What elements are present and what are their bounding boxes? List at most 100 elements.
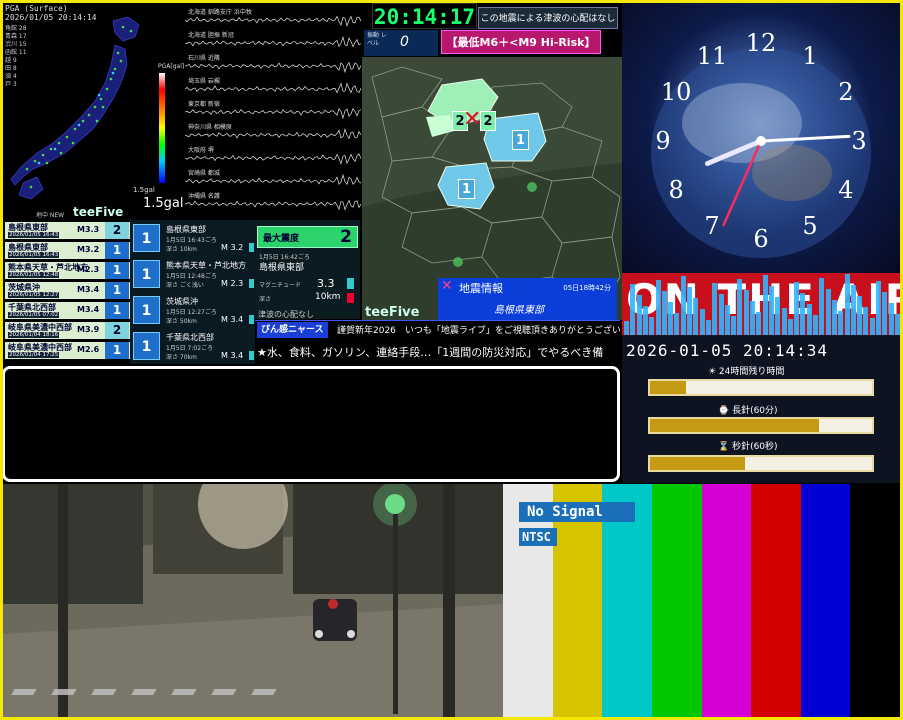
clock-numeral: 1	[802, 42, 817, 70]
pga-color-scale	[159, 73, 165, 183]
detail-magnitude-bar	[249, 243, 254, 252]
equalizer-bar	[724, 305, 730, 335]
quake-dt: 2026/01/05 16:43	[8, 252, 60, 258]
equalizer-bar	[687, 287, 692, 335]
quake-shindo-badge: 1	[105, 282, 129, 299]
quake-mag: M3.3	[77, 225, 100, 234]
quake-dt: 2026/01/05 12:48	[8, 272, 60, 278]
waveform-row: 北海道 胆振 新冠	[185, 30, 362, 50]
analog-clock-panel: 12 1 2 3 4 5 6 7 8 9 10 11	[622, 3, 900, 273]
clock-numeral: 6	[753, 225, 768, 253]
equalizer-bar	[718, 294, 724, 335]
magnitude-label: マグニチュード	[259, 282, 302, 289]
equalizer-bar	[668, 302, 674, 335]
vibration-level-label: 振動 レベル	[367, 32, 387, 47]
equalizer-bar	[693, 298, 699, 335]
timer-label: ⌛ 秒針(60秒)	[718, 442, 778, 452]
no-signal-label: No Signal	[519, 502, 635, 522]
equalizer-bar	[642, 306, 648, 335]
equalizer-bar	[699, 309, 705, 335]
detail-mag: M 2.3	[221, 279, 244, 288]
equalizer-bar	[737, 279, 743, 335]
waveform-row: 北海道 釧路支庁 浜中牧	[185, 7, 362, 27]
epicenter-icon: ✕	[463, 107, 482, 132]
quake-detail-card: 1 千葉県北西部 1月5日 7:02ごろ 深さ 70km M 3.4	[133, 330, 255, 363]
quake-history-list: 島根県東部 2026/01/05 16:43 M3.3 2 島根県東部 2026/01/0…	[3, 220, 130, 364]
detail-magnitude-bar	[249, 351, 254, 360]
clock-numeral: 8	[668, 176, 683, 204]
detail-depth: 深さ ごく浅い	[166, 282, 204, 289]
map-watermark: teeFive	[365, 305, 420, 320]
quake-list-item[interactable]: 岐阜県美濃中西部 2026/01/04 18:16 M3.9 2	[5, 322, 130, 339]
waveform-row: 大阪府 堺	[185, 145, 362, 165]
max-intensity-header: 最大震度 2	[257, 226, 358, 248]
max-intensity-panel: 最大震度 2 1月5日 16:42ごろ 島根県東部 マグニチュード 3.3 深さ…	[255, 220, 360, 319]
equalizer-bar	[787, 319, 793, 335]
equalizer-bar	[876, 281, 881, 335]
street-scene	[3, 484, 503, 717]
detail-dt: 1月5日 12:48ごろ	[166, 273, 217, 280]
quake-mag: M3.9	[77, 325, 100, 334]
equalizer-bar	[882, 292, 888, 335]
intensity-marker: 1	[512, 130, 529, 150]
equalizer-bar	[624, 321, 629, 335]
clock-numeral: 12	[746, 29, 777, 57]
quake-list-item[interactable]: 茨城県沖 2026/01/05 12:27 M3.4 1	[5, 282, 130, 299]
equalizer-bar	[636, 295, 642, 335]
pga-gal-readout: 1.5gal	[143, 196, 184, 211]
quake-list-item[interactable]: 岐阜県美濃中西部 2026/01/04 17:25 M2.6 1	[5, 342, 130, 359]
quake-list-item[interactable]: 島根県東部 2026/01/05 16:43 M3.2 1	[5, 242, 130, 259]
quake-detail-panel: 1 島根県東部 1月5日 16:43ごろ 深さ 10km M 3.2 1 熊本県天草・芦北地…	[130, 220, 255, 364]
equalizer-bar	[781, 308, 787, 335]
quake-info-place: 島根県東部	[494, 305, 544, 316]
clock-numeral: 10	[661, 78, 692, 106]
quake-detail-card: 1 茨城県沖 1月5日 12:27ごろ 深さ 50km M 3.4	[133, 294, 255, 327]
equalizer-bar	[819, 278, 825, 335]
equalizer-bar	[869, 318, 875, 335]
equalizer-bar	[825, 289, 831, 335]
waveform-trace	[185, 153, 362, 165]
waveform-row: 神奈川県 相模原	[185, 122, 362, 142]
pga-list-tag: 地中 NEW	[36, 212, 65, 219]
detail-magnitude-bar	[249, 315, 254, 324]
color-bars-panel: No Signal NTSC	[503, 484, 900, 717]
equalizer-bar	[838, 311, 844, 335]
equalizer-bar	[680, 276, 686, 335]
equalizer-bar	[743, 290, 749, 335]
equalizer-bar	[655, 280, 661, 335]
quake-list-item[interactable]: 熊本県天草・芦北地方 2026/01/05 12:48 M2.3 1	[5, 262, 130, 279]
equalizer-bar	[661, 291, 667, 335]
detail-depth: 深さ 50km	[166, 318, 197, 325]
quake-dt: 2026/01/04 17:25	[8, 352, 60, 358]
equalizer-bar	[800, 293, 806, 335]
timer-label: ☀ 24時間残り時間	[708, 367, 785, 377]
intensity-marker: 1	[458, 179, 475, 199]
waveform-trace	[185, 36, 362, 48]
timer-fill	[650, 419, 819, 432]
vibration-level-box: 振動 レベル 0	[364, 30, 438, 56]
analog-clock: 12 12 3 45 6 78 9 1011	[651, 29, 871, 258]
waveform-row: 埼玉県 岩槻	[185, 76, 362, 96]
detail-dt: 1月5日 16:43ごろ	[166, 237, 217, 244]
quake-info-banner: ✕ 地震情報 05日18時42分 島根県東部	[438, 278, 617, 320]
waveform-trace	[185, 15, 362, 27]
color-bar	[800, 484, 852, 717]
detail-depth: 深さ 70km	[166, 354, 197, 361]
equalizer-bar	[768, 286, 774, 335]
clock-numeral: 7	[704, 212, 719, 240]
equalizer-bar	[630, 284, 636, 335]
equalizer-bar	[806, 304, 812, 335]
timer-label: ⌚ 長針(60分)	[718, 406, 778, 416]
quake-detail-card: 1 熊本県天草・芦北地方 1月5日 12:48ごろ 深さ ごく浅い M 2.3	[133, 258, 255, 291]
max-intensity-location: 島根県東部	[259, 263, 305, 273]
max-intensity-label: 最大震度	[263, 234, 300, 244]
waveform-row: 沖縄県 名護	[185, 191, 362, 211]
timer-panel: 2026-01-05 20:14:34 ☀ 24時間残り時間 ⌚ 長針(60分)…	[622, 335, 900, 483]
timer-bar-second	[648, 455, 874, 472]
equalizer-bar	[844, 274, 850, 335]
quake-list-item[interactable]: 島根県東部 2026/01/05 16:43 M3.3 2	[5, 222, 130, 239]
quake-mag: M2.3	[77, 265, 100, 274]
waveform-row: 東京都 新宿	[185, 99, 362, 119]
quake-list-item[interactable]: 千葉県北西部 2026/01/05 07:02 M3.4 1	[5, 302, 130, 319]
clock-numeral: 2	[838, 78, 853, 106]
